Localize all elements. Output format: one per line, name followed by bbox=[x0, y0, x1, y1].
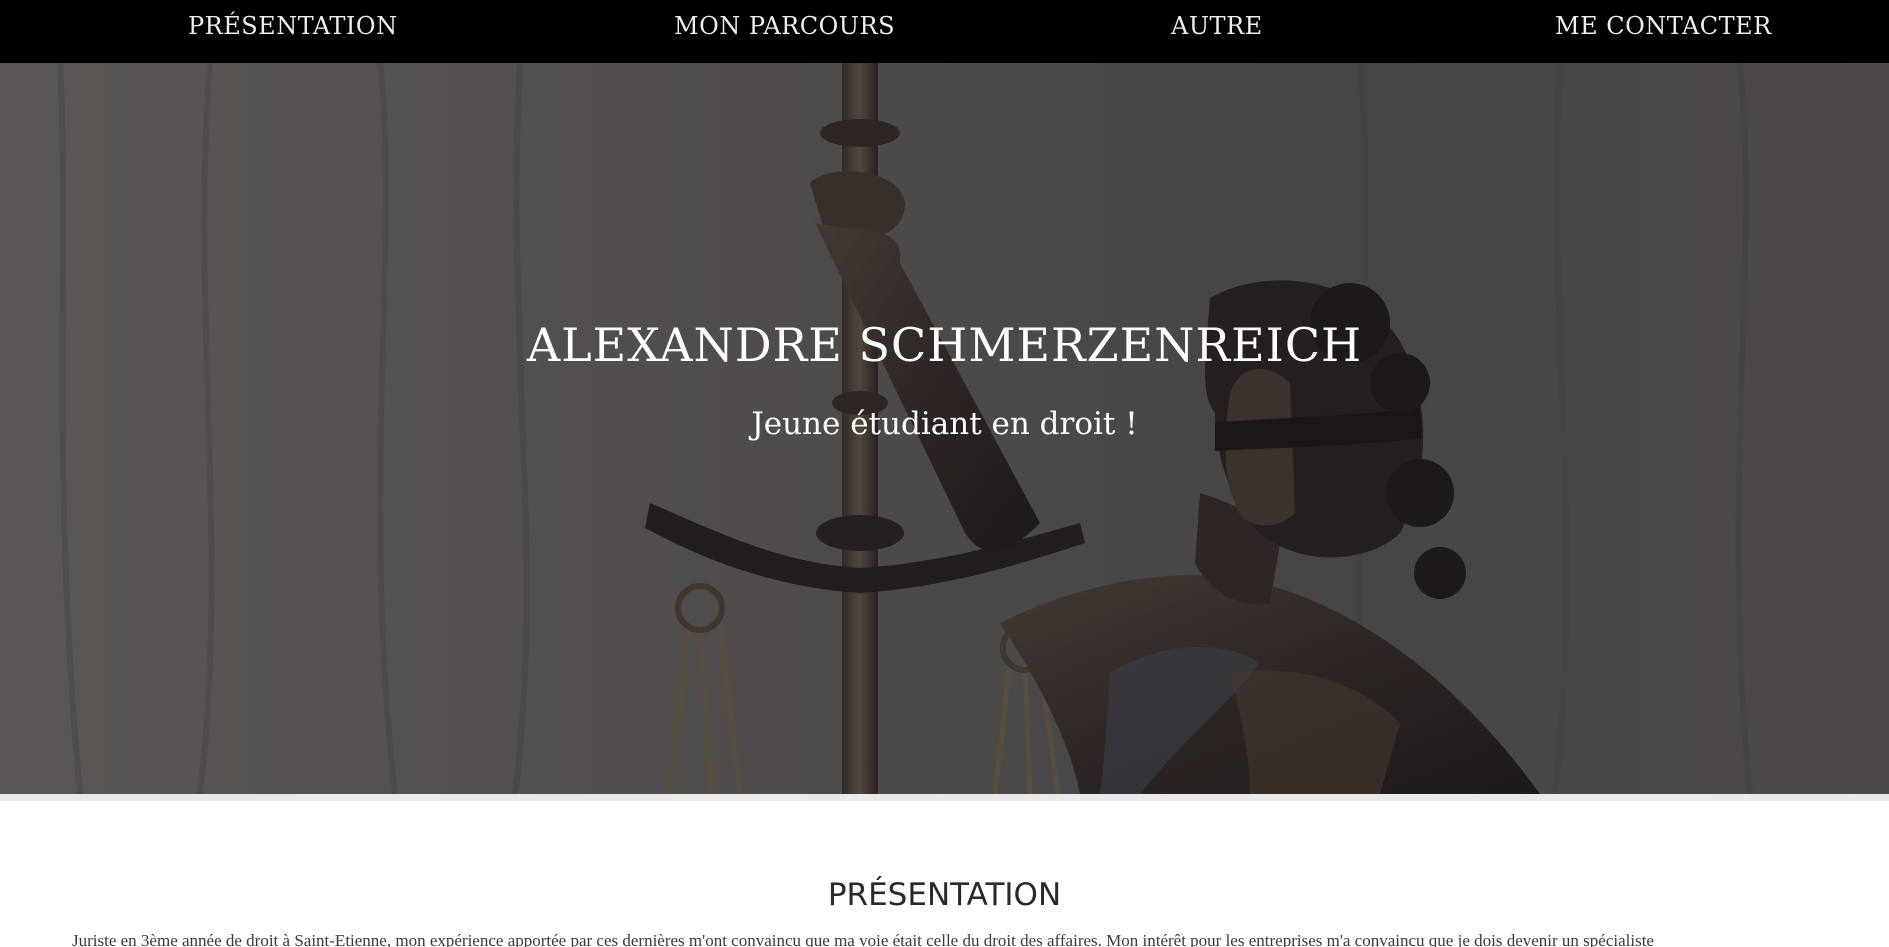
top-navbar: PRÉSENTATION MON PARCOURS AUTRE ME CONTA… bbox=[0, 0, 1889, 63]
nav-link-presentation[interactable]: PRÉSENTATION bbox=[188, 0, 398, 53]
presentation-heading: PRÉSENTATION bbox=[827, 877, 1062, 913]
hero-banner: ALEXANDRE SCHMERZENREICH Jeune étudiant … bbox=[0, 63, 1889, 794]
presentation-text: Juriste en 3ème année de droit à Saint-E… bbox=[72, 931, 1654, 947]
hero-divider bbox=[0, 794, 1889, 801]
nav-link-me-contacter[interactable]: ME CONTACTER bbox=[1555, 0, 1772, 53]
hero-title: ALEXANDRE SCHMERZENREICH bbox=[526, 318, 1363, 372]
hero-subtitle: Jeune étudiant en droit ! bbox=[751, 406, 1138, 442]
nav-link-mon-parcours[interactable]: MON PARCOURS bbox=[674, 0, 895, 53]
nav-link-autre[interactable]: AUTRE bbox=[1171, 0, 1263, 53]
presentation-section: PRÉSENTATION Juriste en 3ème année de dr… bbox=[0, 801, 1889, 947]
